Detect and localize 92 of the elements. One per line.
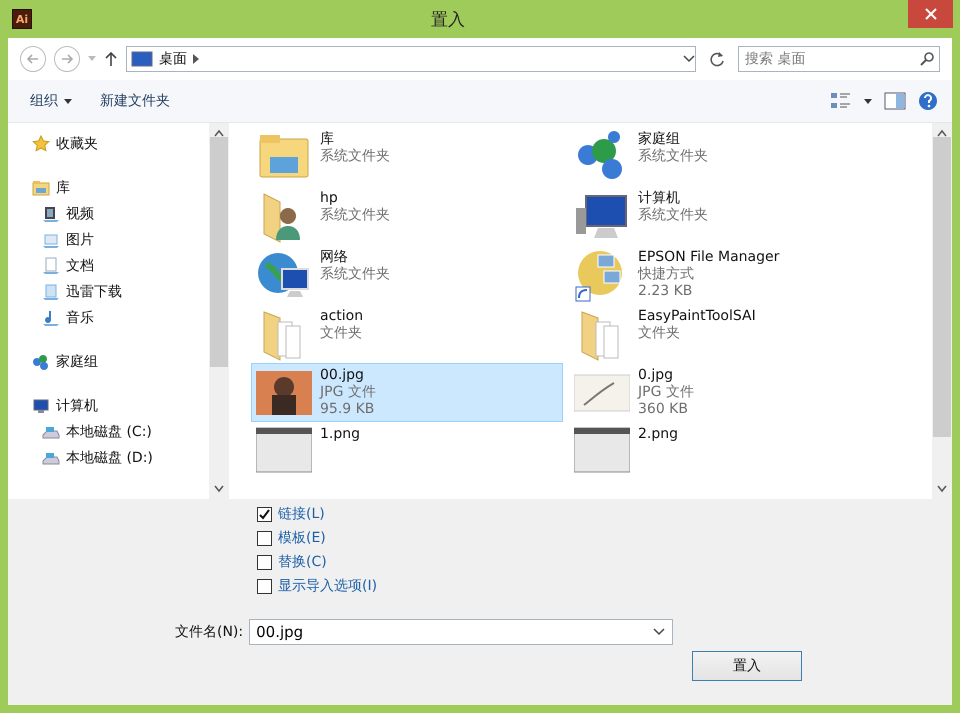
file-item[interactable]: action 文件夹 xyxy=(251,304,563,363)
sidebar-item[interactable]: 文档 xyxy=(32,253,94,279)
file-name: 网络 xyxy=(320,249,349,266)
checkbox[interactable] xyxy=(257,506,272,522)
file-size: 2.23 KB xyxy=(638,283,694,300)
file-type: 文件夹 xyxy=(638,325,681,342)
app-logo: Ai xyxy=(12,9,32,29)
file-type: JPG 文件 xyxy=(638,384,694,401)
address-path: 桌面 xyxy=(159,50,187,68)
file-type: 系统文件夹 xyxy=(638,207,708,224)
help-icon[interactable] xyxy=(918,91,938,111)
scrollbar-thumb[interactable] xyxy=(210,137,228,367)
close-button[interactable] xyxy=(908,0,953,28)
file-item[interactable]: 家庭组 系统文件夹 xyxy=(569,127,881,186)
file-type: 快捷方式 xyxy=(638,266,695,283)
option-checkbox[interactable]: 显示导入选项(I) xyxy=(257,577,952,595)
chevron-right-icon[interactable] xyxy=(193,54,199,64)
desktop-icon xyxy=(131,51,153,67)
file-type: 文件夹 xyxy=(320,325,363,342)
file-name: EPSON File Manager xyxy=(638,249,780,266)
sidebar-item[interactable]: 本地磁盘 (C:) xyxy=(32,419,152,445)
file-name: 0.jpg xyxy=(638,367,674,384)
place-button[interactable]: 置入 xyxy=(692,651,802,681)
option-checkbox[interactable]: 链接(L) xyxy=(257,505,952,523)
refresh-icon xyxy=(709,51,725,67)
file-name: 1.png xyxy=(320,426,360,443)
sidebar-item[interactable]: 音乐 xyxy=(32,305,94,331)
preview-pane-icon[interactable] xyxy=(884,92,906,110)
file-item[interactable]: 计算机 系统文件夹 xyxy=(569,186,881,245)
file-type: 系统文件夹 xyxy=(638,148,708,165)
music-note-icon xyxy=(42,309,60,327)
file-item[interactable]: 2.png xyxy=(569,422,881,481)
sidebar-item[interactable]: 图片 xyxy=(32,227,94,253)
file-name: 2.png xyxy=(638,426,678,443)
sidebar-item[interactable]: 视频 xyxy=(32,201,94,227)
sidebar-item[interactable]: 迅雷下载 xyxy=(32,279,122,305)
window-title: 置入 xyxy=(430,8,466,30)
caret-icon[interactable] xyxy=(864,98,872,104)
file-item[interactable]: hp 系统文件夹 xyxy=(251,186,563,245)
file-item[interactable]: 0.jpg JPG 文件 360 KB xyxy=(569,363,881,422)
file-size: 95.9 KB xyxy=(320,401,376,418)
option-checkbox[interactable]: 替换(C) xyxy=(257,553,952,571)
sidebar-item[interactable]: 库 xyxy=(32,175,70,201)
computer-icon xyxy=(32,397,50,415)
folder-icon xyxy=(32,179,50,197)
sidebar-item[interactable]: 收藏夹 xyxy=(32,131,98,157)
back-arrow-icon xyxy=(26,52,40,66)
document-icon xyxy=(42,257,60,275)
checkbox[interactable] xyxy=(257,554,272,570)
file-name: 家庭组 xyxy=(638,131,681,148)
file-type: JPG 文件 xyxy=(320,384,376,401)
star-icon xyxy=(32,135,50,153)
file-name: EasyPaintToolSAI xyxy=(638,308,756,325)
film-icon xyxy=(42,205,60,223)
file-item[interactable]: 库 系统文件夹 xyxy=(251,127,563,186)
sidebar-item[interactable]: 家庭组 xyxy=(32,349,98,375)
file-size: 360 KB xyxy=(638,401,689,418)
homegroup-icon xyxy=(32,353,50,371)
sidebar-item[interactable]: 计算机 xyxy=(32,393,98,419)
checkbox[interactable] xyxy=(257,578,272,594)
close-icon xyxy=(924,8,936,20)
dropdown-caret-icon[interactable] xyxy=(653,628,666,636)
view-options-icon[interactable] xyxy=(830,91,852,111)
file-name-label: 文件名(N): xyxy=(175,623,244,641)
dropdown-caret-icon[interactable] xyxy=(683,55,695,63)
file-name: 计算机 xyxy=(638,190,681,207)
file-name: 00.jpg xyxy=(320,367,365,384)
file-name: action xyxy=(320,308,364,325)
file-item[interactable]: EPSON File Manager 快捷方式 2.23 KB xyxy=(569,245,881,304)
caret-icon xyxy=(64,98,72,104)
address-bar[interactable]: 桌面 xyxy=(126,46,696,72)
option-checkbox[interactable]: 模板(E) xyxy=(257,529,952,547)
file-name: hp xyxy=(320,190,339,207)
file-type: 系统文件夹 xyxy=(320,148,390,165)
file-name: 库 xyxy=(320,131,335,148)
file-item[interactable]: 网络 系统文件夹 xyxy=(251,245,563,304)
file-type: 系统文件夹 xyxy=(320,266,390,283)
scrollbar-thumb[interactable] xyxy=(933,137,951,437)
file-item[interactable]: 1.png xyxy=(251,422,563,481)
new-folder-button[interactable]: 新建文件夹 xyxy=(92,88,178,114)
forward-arrow-icon xyxy=(60,52,74,66)
search-icon xyxy=(920,52,934,66)
file-type: 系统文件夹 xyxy=(320,207,390,224)
file-name-field[interactable]: 00.jpg xyxy=(249,619,674,645)
checkmark-icon xyxy=(259,508,270,520)
sidebar-item[interactable]: 本地磁盘 (D:) xyxy=(32,445,153,471)
up-arrow-icon[interactable] xyxy=(104,51,118,67)
organize-menu-button[interactable]: 组织 xyxy=(22,88,80,114)
checkbox[interactable] xyxy=(257,530,272,546)
file-item[interactable]: 00.jpg JPG 文件 95.9 KB xyxy=(251,363,563,422)
search-field[interactable]: 搜索 桌面 xyxy=(738,46,940,72)
file-item[interactable]: EasyPaintToolSAI 文件夹 xyxy=(569,304,881,363)
